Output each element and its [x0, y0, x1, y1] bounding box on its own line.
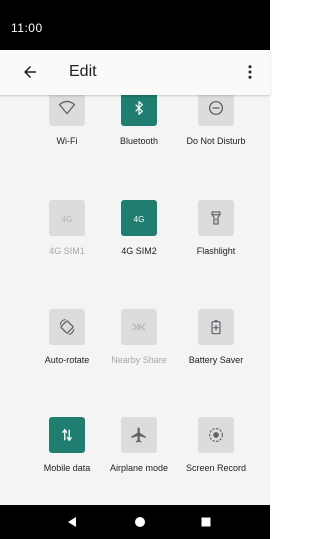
- tile-icon-container: [49, 95, 85, 126]
- tile-icon-container: [49, 417, 85, 453]
- tile-label: Flashlight: [196, 246, 236, 256]
- tile-label: Mobile data: [43, 463, 91, 473]
- overflow-menu-button[interactable]: [238, 60, 262, 84]
- tile-label: Wi-Fi: [56, 136, 78, 146]
- tile-label: Bluetooth: [119, 136, 159, 146]
- back-button[interactable]: [18, 60, 42, 84]
- auto-rotate-icon: [59, 318, 75, 336]
- tile-icon-container: [198, 200, 234, 236]
- airplane-icon: [131, 427, 146, 443]
- wifi-icon: [58, 100, 76, 115]
- status-time: 11:00: [11, 21, 43, 35]
- tile-screen-record[interactable]: Screen Record: [171, 417, 261, 497]
- tile-icon-container: [121, 309, 157, 345]
- nav-home-icon: [135, 517, 145, 527]
- tile-label: Screen Record: [185, 463, 247, 473]
- tile-label: Do Not Disturb: [186, 136, 246, 146]
- nav-back-icon: [68, 517, 76, 527]
- tile-label: Auto-rotate: [44, 355, 90, 365]
- arrow-back-icon: [24, 66, 36, 78]
- nearby-share-icon: [132, 323, 146, 331]
- nav-home-button[interactable]: [120, 505, 160, 539]
- svg-text:4G: 4G: [62, 215, 73, 224]
- tile-icon-container: [121, 95, 157, 126]
- bluetooth-icon: [135, 101, 143, 115]
- tile-label: 4G SIM1: [49, 246, 85, 256]
- nav-recents-icon: [201, 517, 211, 527]
- signal-4g-icon: 4G: [134, 215, 145, 224]
- tile-icon-container: 4G: [121, 200, 157, 236]
- mobile-data-icon: [61, 428, 73, 442]
- tile-label: Nearby Share: [111, 355, 167, 365]
- tile-icon-container: [198, 417, 234, 453]
- tile-flashlight[interactable]: Flashlight: [171, 200, 261, 280]
- tile-do-not-disturb[interactable]: Do Not Disturb: [171, 95, 261, 170]
- tile-icon-container: 4G: [49, 200, 85, 236]
- toolbar: Edit: [0, 50, 270, 95]
- tile-label: Battery Saver: [188, 355, 244, 365]
- tile-icon-container: [198, 309, 234, 345]
- tile-icon-container: [49, 309, 85, 345]
- nav-recents-button[interactable]: [186, 505, 226, 539]
- tile-icon-container: [121, 417, 157, 453]
- tile-label: 4G SIM2: [121, 246, 157, 256]
- svg-text:4G: 4G: [134, 215, 145, 224]
- more-vert-icon: [248, 65, 252, 79]
- flashlight-icon: [211, 211, 221, 225]
- battery-saver-icon: [211, 320, 221, 335]
- tile-battery-saver[interactable]: Battery Saver: [171, 309, 261, 389]
- tile-icon-container: [198, 95, 234, 126]
- signal-4g-icon: 4G: [62, 215, 73, 224]
- do-not-disturb-icon: [208, 100, 224, 116]
- navigation-bar: [0, 505, 270, 539]
- tiles-grid: Wi-Fi Bluetooth Do Not Disturb 4G 4G SIM…: [0, 95, 270, 505]
- screen-record-icon: [209, 428, 223, 442]
- nav-back-button[interactable]: [52, 505, 92, 539]
- tile-label: Airplane mode: [109, 463, 169, 473]
- page-title: Edit: [69, 63, 97, 80]
- status-bar: 11:00: [0, 0, 270, 50]
